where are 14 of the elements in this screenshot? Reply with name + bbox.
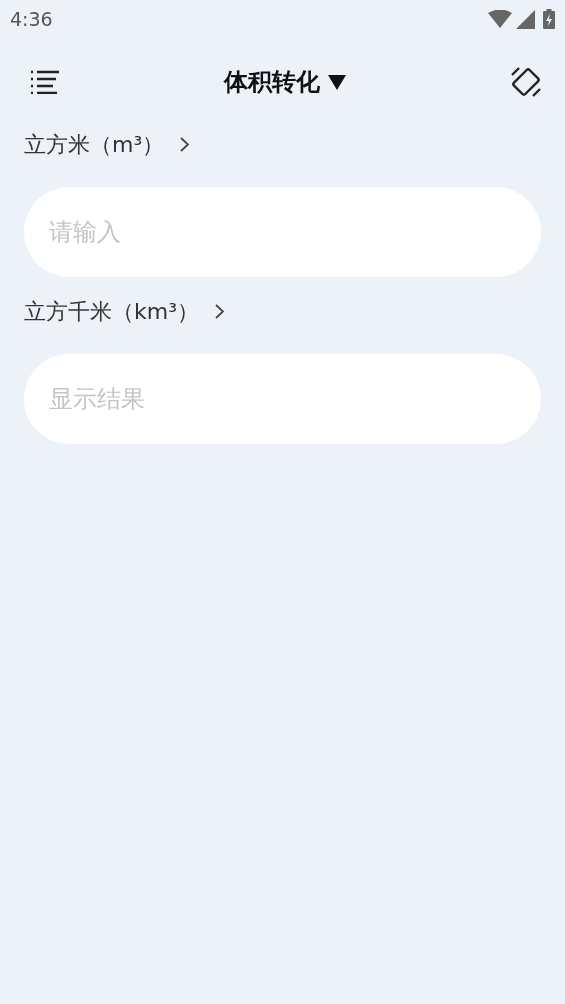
title-dropdown[interactable]: 体积转化	[223, 64, 346, 100]
chevron-right-icon	[180, 137, 190, 152]
signal-icon	[516, 9, 535, 29]
chevron-right-icon	[215, 304, 224, 319]
unit-selector[interactable]: 立方米（m³）	[24, 128, 190, 161]
clock: 4:36	[10, 6, 53, 32]
caret-icon	[327, 74, 346, 90]
unit-selector[interactable]: 立方千米（km³）	[24, 295, 224, 328]
rotate-screen-icon[interactable]	[509, 65, 543, 99]
battery-icon	[543, 9, 555, 29]
input-field[interactable]: 显示结果	[24, 354, 541, 444]
wifi-icon	[488, 10, 512, 28]
input-field[interactable]: 请输入	[24, 187, 541, 277]
menu-icon[interactable]	[30, 70, 60, 94]
